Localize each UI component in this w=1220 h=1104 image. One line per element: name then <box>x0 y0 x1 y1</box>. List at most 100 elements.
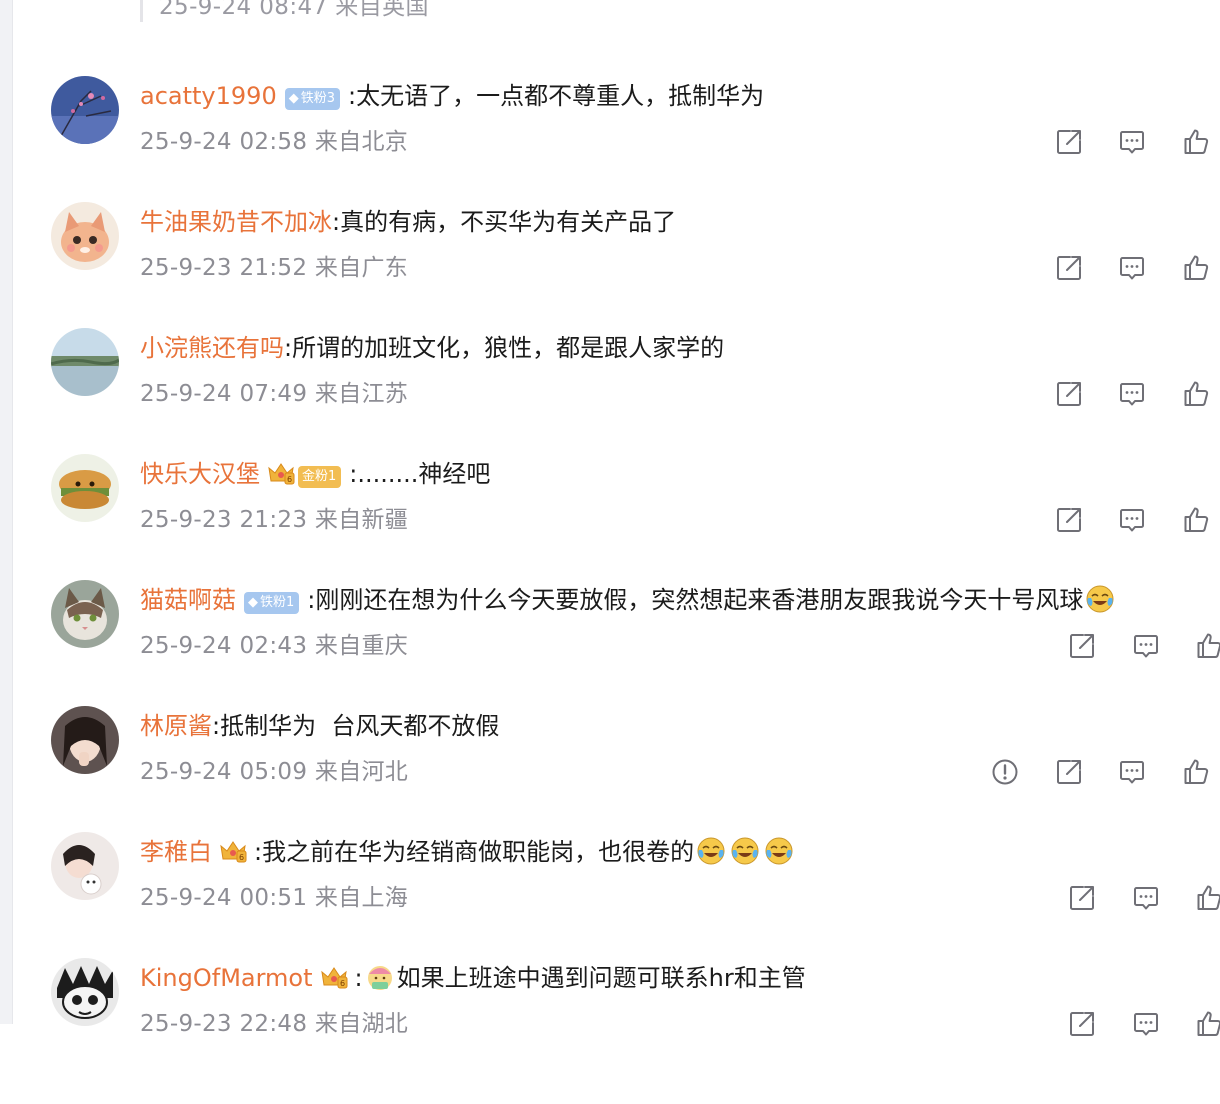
crown-vip-icon[interactable] <box>218 837 248 871</box>
comment-text: :抵制华为 台风天都不放假 <box>212 712 500 740</box>
comment-icon[interactable] <box>1116 756 1148 788</box>
share-icon[interactable] <box>1066 1008 1098 1040</box>
avatar[interactable] <box>51 76 119 144</box>
thumbs-up-icon[interactable] <box>1180 504 1212 536</box>
avatar[interactable] <box>51 832 119 900</box>
comment-text: :所谓的加班文化，狼性，都是跟人家学的 <box>284 334 725 362</box>
badge-label: 铁粉3 <box>300 91 335 106</box>
thumbs-up-icon[interactable] <box>1180 252 1212 284</box>
comment-meta: 25-9-23 21:52 来自广东 <box>140 252 408 284</box>
thumbs-up-icon[interactable] <box>1193 630 1220 662</box>
previous-comment-time: 25-9-24 08:47 来自英国 <box>159 0 429 20</box>
comment-item: 小浣熊还有吗:所谓的加班文化，狼性，都是跟人家学的 25-9-24 07:49 … <box>0 328 1220 474</box>
comment-location: 来自江苏 <box>314 381 409 407</box>
comment-location: 来自新疆 <box>314 507 409 533</box>
comment-time: 25-9-23 21:52 <box>140 255 308 281</box>
share-icon[interactable] <box>1053 756 1085 788</box>
crown-vip-icon[interactable] <box>319 963 349 997</box>
diamond-icon: ◆ <box>288 91 299 106</box>
fan-badge[interactable]: 金粉1 <box>298 466 342 488</box>
comment-content: KingOfMarmot: 如果上班途中遇到问题可联系hr和主管 <box>140 962 806 994</box>
comment-item: 牛油果奶昔不加冰:真的有病，不买华为有关产品了 25-9-23 21:52 来自… <box>0 202 1220 348</box>
comment-time: 25-9-24 07:49 <box>140 381 308 407</box>
share-icon[interactable] <box>1053 252 1085 284</box>
comment-meta: 25-9-24 05:09 来自河北 <box>140 756 408 788</box>
thumbs-up-icon[interactable] <box>1180 378 1212 410</box>
work-emoji <box>365 962 395 992</box>
crown-vip-icon[interactable] <box>266 459 296 493</box>
comment-text: :刚刚还在想为什么今天要放假，突然想起来香港朋友跟我说今天十号风球 <box>307 586 1084 614</box>
comment-content: 李稚白 :我之前在华为经销商做职能岗，也很卷的 <box>140 836 796 868</box>
avatar[interactable] <box>51 454 119 522</box>
comment-item: 林原酱:抵制华为 台风天都不放假 25-9-24 05:09 来自河北 <box>0 706 1220 852</box>
comment-location: 来自广东 <box>314 255 409 281</box>
comment-separator: : <box>354 964 363 992</box>
comment-meta: 25-9-24 07:49 来自江苏 <box>140 378 408 410</box>
avatar[interactable] <box>51 958 119 1026</box>
comment-content: 猫菇啊菇 ◆ 铁粉1 :刚刚还在想为什么今天要放假，突然想起来香港朋友跟我说今天十号风… <box>140 584 1117 616</box>
comment-item: 快乐大汉堡 金粉1:........神经吧 25-9-23 21:23 来自新疆 <box>0 454 1220 600</box>
laugh-cry-emoji <box>696 836 726 866</box>
avatar[interactable] <box>51 580 119 648</box>
comment-text: :........神经吧 <box>349 460 491 488</box>
comment-meta: 25-9-24 02:58 来自北京 <box>140 126 408 158</box>
comment-content: 牛油果奶昔不加冰:真的有病，不买华为有关产品了 <box>140 206 676 238</box>
username[interactable]: acatty1990 <box>140 82 277 110</box>
fan-badge[interactable]: ◆ 铁粉3 <box>284 88 340 110</box>
share-icon[interactable] <box>1066 630 1098 662</box>
laugh-cry-emoji <box>730 836 760 866</box>
diamond-icon: ◆ <box>248 595 258 610</box>
username[interactable]: 猫菇啊菇 <box>140 586 236 614</box>
comment-content: 小浣熊还有吗:所谓的加班文化，狼性，都是跟人家学的 <box>140 332 724 364</box>
comment-meta: 25-9-24 00:51 来自上海 <box>140 882 408 914</box>
comment-icon[interactable] <box>1130 1008 1162 1040</box>
thumbs-up-icon[interactable] <box>1180 126 1212 158</box>
share-icon[interactable] <box>1053 378 1085 410</box>
comment-location: 来自湖北 <box>314 1011 409 1037</box>
avatar[interactable] <box>51 202 119 270</box>
comment-icon[interactable] <box>1116 504 1148 536</box>
comment-icon[interactable] <box>1116 252 1148 284</box>
username[interactable]: 快乐大汉堡 <box>140 460 260 488</box>
username[interactable]: 李稚白 <box>140 838 212 866</box>
username[interactable]: 小浣熊还有吗 <box>140 334 284 362</box>
comment-icon[interactable] <box>1130 882 1162 914</box>
fan-badge[interactable]: ◆ 铁粉1 <box>244 592 300 614</box>
comment-item: 猫菇啊菇 ◆ 铁粉1 :刚刚还在想为什么今天要放假，突然想起来香港朋友跟我说今天十号风… <box>0 580 1220 726</box>
comment-time: 25-9-24 02:58 <box>140 129 308 155</box>
username[interactable]: KingOfMarmot <box>140 964 313 992</box>
comment-icon[interactable] <box>1130 630 1162 662</box>
username[interactable]: 林原酱 <box>140 712 212 740</box>
comment-location: 来自北京 <box>314 129 409 155</box>
comment-item: acatty1990 ◆ 铁粉3:太无语了，一点都不尊重人，抵制华为 25-9-24… <box>0 76 1220 222</box>
comment-time: 25-9-24 00:51 <box>140 885 308 911</box>
previous-comment-meta: 25-9-24 08:47 来自英国 <box>140 0 429 22</box>
report-icon[interactable] <box>989 756 1021 788</box>
comment-text: 如果上班途中遇到问题可联系hr和主管 <box>396 964 806 992</box>
comment-item: KingOfMarmot: 如果上班途中遇到问题可联系hr和主管 25-9-23 … <box>0 958 1220 1104</box>
share-icon[interactable] <box>1053 126 1085 158</box>
comment-icon[interactable] <box>1116 126 1148 158</box>
comment-item: 李稚白 :我之前在华为经销商做职能岗，也很卷的 25-9-24 00:51 来自上… <box>0 832 1220 978</box>
comment-text: :我之前在华为经销商做职能岗，也很卷的 <box>254 838 695 866</box>
thumbs-up-icon[interactable] <box>1193 1008 1220 1040</box>
share-icon[interactable] <box>1053 504 1085 536</box>
comment-content: 快乐大汉堡 金粉1 :........神经吧 <box>140 458 490 490</box>
share-icon[interactable] <box>1066 882 1098 914</box>
laugh-cry-emoji <box>1085 584 1115 614</box>
username[interactable]: 牛油果奶昔不加冰 <box>140 208 332 236</box>
comment-location: 来自重庆 <box>314 633 409 659</box>
avatar[interactable] <box>51 706 119 774</box>
comment-time: 25-9-24 05:09 <box>140 759 308 785</box>
thumbs-up-icon[interactable] <box>1180 756 1212 788</box>
comment-icon[interactable] <box>1116 378 1148 410</box>
comment-content: 林原酱:抵制华为 台风天都不放假 <box>140 710 499 742</box>
comment-time: 25-9-24 02:43 <box>140 633 308 659</box>
avatar[interactable] <box>51 328 119 396</box>
comment-location: 来自河北 <box>314 759 409 785</box>
thumbs-up-icon[interactable] <box>1193 882 1220 914</box>
comment-text: :真的有病，不买华为有关产品了 <box>332 208 677 236</box>
comment-meta: 25-9-24 02:43 来自重庆 <box>140 630 408 662</box>
badge-label: 铁粉1 <box>260 595 295 610</box>
comment-time: 25-9-23 22:48 <box>140 1011 308 1037</box>
